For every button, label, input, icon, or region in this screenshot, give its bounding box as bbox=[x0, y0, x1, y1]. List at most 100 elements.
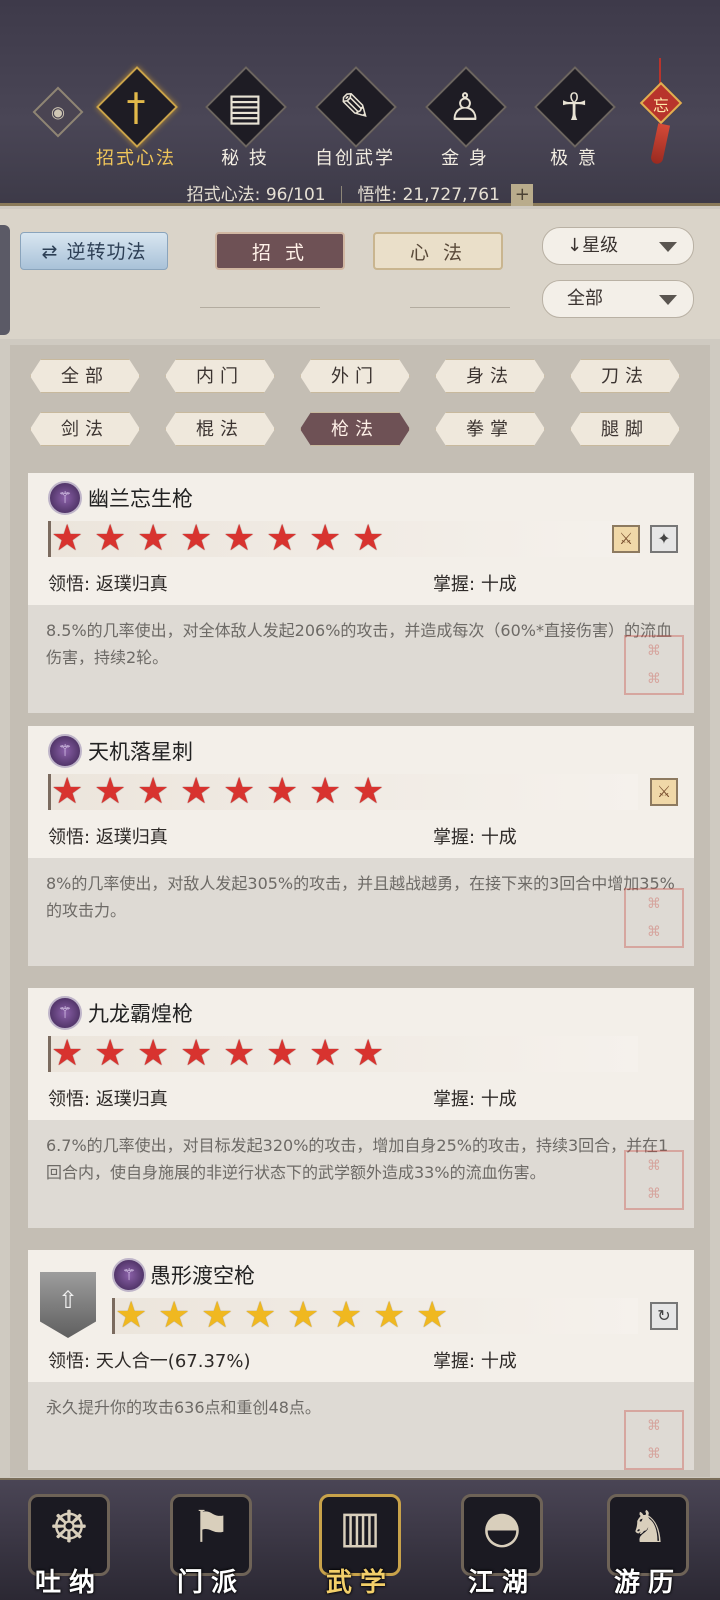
seal-stamp-icon: ⌘ ⌘ bbox=[624, 888, 684, 948]
star-icon: ★ bbox=[137, 771, 170, 812]
tassel-icon bbox=[649, 123, 671, 165]
add-insight-button[interactable]: + bbox=[511, 184, 534, 206]
skill-name: 愚形渡空枪 bbox=[150, 1264, 255, 1288]
skill-card[interactable]: ⚚ 幽兰忘生枪 ★ ★ ★ ★ ★ ★ ★ ★ ⚔ ✦ 领悟: 返璞归真 掌握:… bbox=[28, 473, 694, 713]
monk-icon: ☸ bbox=[49, 1502, 89, 1553]
skill-description: 8%的几率使出，对敌人发起305%的攻击，并且越战越勇，在接下来的3回合中增加3… bbox=[46, 874, 675, 920]
filter-sword[interactable]: 剑法 bbox=[30, 412, 140, 446]
charm-button[interactable]: 忘 bbox=[639, 58, 683, 168]
skill-card[interactable]: ⚚ 九龙霸煌枪 ★ ★ ★ ★ ★ ★ ★ ★ 领悟: 返璞归真 掌握: 十成 … bbox=[28, 988, 694, 1228]
filter-fist[interactable]: 拳掌 bbox=[435, 412, 545, 446]
tab-ultimate[interactable]: ☥ 极 意 bbox=[524, 65, 624, 174]
spear-rank-icon: ⚚ bbox=[48, 996, 82, 1030]
star-icon: ★ bbox=[309, 1033, 342, 1074]
moves-count: 96/101 bbox=[265, 185, 326, 205]
star-icon: ★ bbox=[223, 1033, 256, 1074]
horse-icon: ♞ bbox=[628, 1502, 668, 1553]
skill-name: 幽兰忘生枪 bbox=[88, 487, 193, 511]
martial-pose-icon: ☥ bbox=[559, 85, 589, 129]
star-icon: ★ bbox=[51, 518, 84, 559]
meditation-icon: ♙ bbox=[447, 85, 483, 129]
sword-icon: † bbox=[126, 85, 146, 129]
tab-golden-body[interactable]: ♙ 金 身 bbox=[415, 65, 515, 174]
star-icon: ★ bbox=[94, 518, 127, 559]
spear-skill-icon[interactable]: ⚔ bbox=[612, 525, 640, 553]
filter-movement[interactable]: 身法 bbox=[435, 359, 545, 393]
filter-outer[interactable]: 外门 bbox=[300, 359, 410, 393]
chevron-down-icon bbox=[659, 242, 677, 252]
star-icon: ★ bbox=[223, 518, 256, 559]
star-icon: ★ bbox=[51, 771, 84, 812]
divider bbox=[341, 186, 343, 204]
swirl-skill-icon[interactable]: ↻ bbox=[650, 1302, 678, 1330]
spear-rank-icon: ⚚ bbox=[48, 734, 82, 768]
star-rating: ★ ★ ★ ★ ★ ★ ★ ★ bbox=[112, 1298, 638, 1334]
mastery-value: 十成 bbox=[480, 1089, 517, 1110]
mastery-value: 十成 bbox=[480, 1351, 517, 1372]
filter-staff[interactable]: 棍法 bbox=[165, 412, 275, 446]
star-rating: ★ ★ ★ ★ ★ ★ ★ ★ bbox=[48, 521, 638, 557]
swap-icon: ⇄ bbox=[41, 241, 59, 263]
star-icon: ★ bbox=[180, 771, 213, 812]
skill-card[interactable]: ⚚ 天机落星刺 ★ ★ ★ ★ ★ ★ ★ ★ ⚔ 领悟: 返璞归真 掌握: 十… bbox=[28, 726, 694, 966]
star-icon: ★ bbox=[94, 771, 127, 812]
filter-all[interactable]: 全部 bbox=[30, 359, 140, 393]
star-icon: ★ bbox=[201, 1295, 234, 1336]
eye-toggle-button[interactable]: ◉ bbox=[32, 86, 84, 138]
upgrade-shield-icon[interactable]: ⇧ bbox=[40, 1272, 96, 1338]
skill-name: 九龙霸煌枪 bbox=[88, 1002, 193, 1026]
filter-leg[interactable]: 腿脚 bbox=[570, 412, 680, 446]
tab-label: 秘 技 bbox=[221, 148, 269, 169]
straw-hat-icon: ◓ bbox=[482, 1502, 522, 1553]
spear-rank-icon: ⚚ bbox=[112, 1258, 146, 1292]
star-rating: ★ ★ ★ ★ ★ ★ ★ ★ bbox=[48, 774, 638, 810]
star-icon: ★ bbox=[115, 1295, 148, 1336]
tab-self-created[interactable]: ✎ 自创武学 bbox=[305, 65, 405, 174]
nav-jianghu[interactable]: ◓ 江湖 bbox=[447, 1486, 557, 1598]
side-drawer-handle[interactable] bbox=[0, 225, 10, 335]
reverse-technique-button[interactable]: ⇄ 逆转功法 bbox=[20, 232, 168, 270]
skill-card[interactable]: ⇧ ⚚ 愚形渡空枪 ★ ★ ★ ★ ★ ★ ★ ★ ↻ 领悟: 天人合一(67.… bbox=[28, 1250, 694, 1470]
tab-mind-method[interactable]: 心 法 bbox=[373, 232, 503, 270]
mastery-value: 十成 bbox=[480, 827, 517, 848]
skill-description-box: 6.7%的几率使出，对目标发起320%的攻击，增加自身25%的攻击，持续3回合，… bbox=[28, 1120, 694, 1228]
star-icon: ★ bbox=[352, 518, 385, 559]
tab-moves-mind[interactable]: † 招式心法 bbox=[86, 65, 186, 174]
star-icon: ★ bbox=[287, 1295, 320, 1336]
nav-label: 游历 bbox=[613, 1568, 682, 1598]
filter-dropdown[interactable]: 全部 bbox=[542, 280, 694, 318]
star-icon: ★ bbox=[158, 1295, 191, 1336]
star-icon: ★ bbox=[373, 1295, 406, 1336]
nav-sect[interactable]: ⚑ 门派 bbox=[156, 1486, 266, 1598]
skill-description-box: 8.5%的几率使出，对全体敌人发起206%的攻击，并造成每次（60%*直接伤害）… bbox=[28, 605, 694, 713]
nav-breathing[interactable]: ☸ 吐纳 bbox=[14, 1486, 124, 1598]
martial-book-icon: ▥ bbox=[339, 1502, 381, 1553]
skill-name: 天机落星刺 bbox=[88, 740, 193, 764]
nav-label: 吐纳 bbox=[34, 1568, 103, 1598]
star-rating: ★ ★ ★ ★ ★ ★ ★ ★ bbox=[48, 1036, 638, 1072]
nav-travel[interactable]: ♞ 游历 bbox=[593, 1486, 703, 1598]
chevron-down-icon bbox=[659, 295, 677, 305]
tab-label: 金 身 bbox=[441, 148, 489, 169]
tab-moves[interactable]: 招 式 bbox=[215, 232, 345, 270]
star-icon: ★ bbox=[266, 518, 299, 559]
sect-banner-icon: ⚑ bbox=[191, 1502, 231, 1553]
star-icon: ★ bbox=[416, 1295, 449, 1336]
nav-martial-arts[interactable]: ▥ 武学 bbox=[305, 1486, 415, 1598]
blade-skill-icon[interactable]: ✦ bbox=[650, 525, 678, 553]
filter-inner[interactable]: 内门 bbox=[165, 359, 275, 393]
spear-skill-icon[interactable]: ⚔ bbox=[650, 778, 678, 806]
tab-label: 招式心法 bbox=[96, 148, 176, 169]
filter-blade[interactable]: 刀法 bbox=[570, 359, 680, 393]
sort-dropdown[interactable]: ↓星级 bbox=[542, 227, 694, 265]
divider bbox=[410, 307, 510, 308]
bottom-navigation: ☸ 吐纳 ⚑ 门派 ▥ 武学 ◓ 江湖 ♞ 游历 bbox=[0, 1478, 720, 1600]
star-icon: ★ bbox=[51, 1033, 84, 1074]
star-icon: ★ bbox=[94, 1033, 127, 1074]
tab-secret-skills[interactable]: ▤ 秘 技 bbox=[195, 65, 295, 174]
seal-stamp-icon: ⌘ ⌘ bbox=[624, 1150, 684, 1210]
filter-spear[interactable]: 枪法 bbox=[300, 412, 410, 446]
category-filter-grid: 全部 内门 外门 身法 刀法 剑法 棍法 枪法 拳掌 腿脚 bbox=[10, 345, 710, 465]
skill-description-box: 永久提升你的攻击636点和重创48点。 ⌘ ⌘ bbox=[28, 1382, 694, 1470]
scroll-icon: ✎ bbox=[339, 85, 371, 129]
